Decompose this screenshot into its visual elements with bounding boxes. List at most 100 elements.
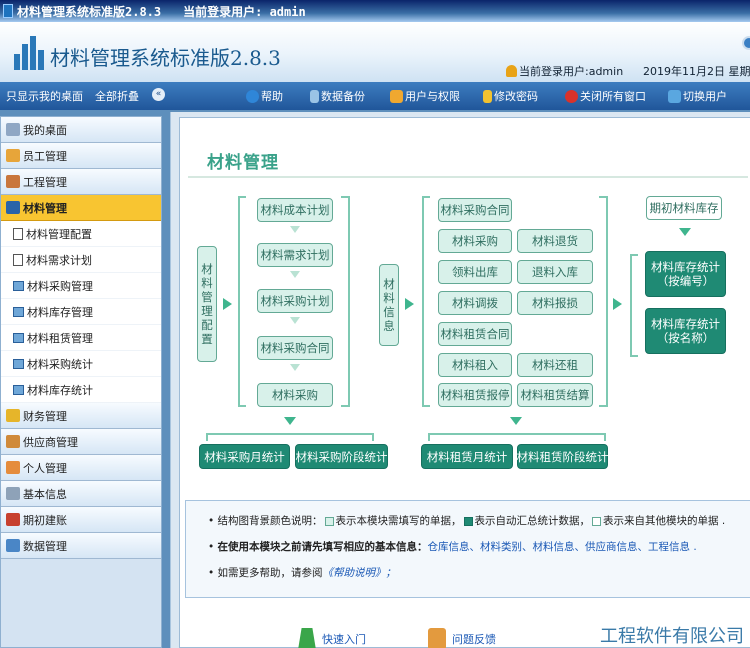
folder-icon [13,358,24,369]
material-info-box-label: 材料信息 [383,277,395,333]
info-lease-settle-box[interactable]: 材料租赁结算 [517,383,593,407]
info-lease-in-box[interactable]: 材料租入 [438,353,512,377]
info-return-box[interactable]: 材料退货 [517,229,593,253]
collapse-all-button[interactable]: 全部折叠 [95,88,139,104]
info-scrap-label: 材料报损 [532,296,578,310]
login-label: 当前登录用户:admin [519,65,624,78]
purchase-plan-box[interactable]: 材料采购计划 [257,289,333,313]
feedback-link[interactable]: 问题反馈 [428,628,496,648]
folder-icon [13,306,24,317]
finance-icon [6,409,20,422]
arrow-right-icon [223,298,232,310]
legend-light-square-icon [324,516,334,526]
connector-line [341,405,349,407]
feedback-icon [428,628,446,648]
sidebar-subitem-purchase-stats[interactable]: 材料采购统计 [1,351,161,377]
info-lease-scrap-box[interactable]: 材料租赁报停 [438,383,512,407]
purchase-box[interactable]: 材料采购 [257,383,333,407]
lease-stage-stats-box[interactable]: 材料租赁阶段统计 [517,444,609,469]
purchase-label: 材料采购 [272,388,318,402]
demand-plan-box[interactable]: 材料需求计划 [257,243,333,267]
sidebar-item-personal[interactable]: 个人管理 [1,455,161,481]
info-pick-out-box[interactable]: 领料出库 [438,260,512,284]
connector-line [422,405,430,407]
close-all-label: 关闭所有窗口 [580,90,646,103]
cost-plan-box[interactable]: 材料成本计划 [257,198,333,222]
purchase-monthly-stats-box[interactable]: 材料采购月统计 [199,444,290,469]
quick-start-icon [298,628,316,648]
sidebar-subitem-lease-mgmt[interactable]: 材料租赁管理 [1,325,161,351]
backup-button[interactable]: 数据备份 [310,88,365,104]
login-info: 当前登录用户:admin [506,63,623,79]
legend-a-text: 表示本模块需填写的单据， [335,515,462,527]
sidebar-item-material[interactable]: 材料管理 [1,195,161,221]
project-icon [6,175,20,188]
sidebar-item-data-mgmt[interactable]: 数据管理 [1,533,161,559]
sidebar-item-basic-info[interactable]: 基本信息 [1,481,161,507]
info-lease-contract-box[interactable]: 材料租赁合同 [438,322,512,346]
arrow-right-icon [405,298,414,310]
sidebar-item-my-desktop[interactable]: 我的桌面 [1,117,161,143]
help-manual-link[interactable]: 《帮助说明》； [323,567,397,579]
help-button[interactable]: 帮助 [246,88,283,104]
purchase-contract-box[interactable]: 材料采购合同 [257,336,333,360]
quick-start-link[interactable]: 快速入门 [298,628,366,648]
sidebar-subitem-label: 材料库存管理 [27,305,93,319]
purchase-stage-stats-box[interactable]: 材料采购阶段统计 [295,444,388,469]
prereq-links[interactable]: 仓库信息、材料类别、材料信息、供应商信息、工程信息 . [428,541,697,553]
document-icon [13,253,23,266]
sidebar-subitem-stock-stats[interactable]: 材料库存统计 [1,377,161,403]
app-header: 材料管理系统标准版2.8.3 当前登录用户:admin 2019年11月2日 星… [0,22,750,82]
connector-line [604,433,606,441]
show-desktop-button[interactable]: 只显示我的桌面 [6,88,83,104]
app-logo-icon [14,36,46,70]
sidebar-item-finance[interactable]: 财务管理 [1,403,161,429]
window-title: 材料管理系统标准版2.8.3 [17,4,162,19]
prerequisite-note: • 在使用本模块之前请先填写相应的基本信息：仓库信息、材料类别、材料信息、供应商… [208,541,697,553]
initial-stock-box[interactable]: 期初材料库存 [646,196,722,220]
footer: 快速入门 问题反馈 工程软件有限公司 [180,608,750,648]
stock-stats-by-name-box[interactable]: 材料库存统计（按名称） [645,308,726,354]
purchase-plan-label: 材料采购计划 [260,294,330,308]
feedback-label: 问题反馈 [452,633,496,646]
switch-user-button[interactable]: 切换用户 [668,88,727,104]
sidebar-item-initial-ledger[interactable]: 期初建账 [1,507,161,533]
close-all-windows-button[interactable]: 关闭所有窗口 [565,88,646,104]
stock-stats-by-code-box[interactable]: 材料库存统计（按编号） [645,251,726,297]
info-transfer-box[interactable]: 材料调拨 [438,291,512,315]
users-permissions-button[interactable]: 用户与权限 [390,88,460,104]
connector-line [348,196,350,407]
sidebar-subitem-demand-plan[interactable]: 材料需求计划 [1,247,161,273]
info-return-in-box[interactable]: 退料入库 [517,260,593,284]
info-purchase-box[interactable]: 材料采购 [438,229,512,253]
sidebar-subitem-label: 材料需求计划 [26,253,92,267]
info-lease-back-label: 材料还租 [532,358,578,372]
sidebar-subitem-label: 材料采购管理 [27,279,93,293]
info-scrap-box[interactable]: 材料报损 [517,291,593,315]
arrow-down-icon [290,317,300,324]
prereq-text: 在使用本模块之前请先填写相应的基本信息： [217,541,428,553]
sidebar-subitem-stock-mgmt[interactable]: 材料库存管理 [1,299,161,325]
desktop-icon [6,123,20,136]
double-chevron-left-icon: « [152,88,165,101]
sidebar-subitem-material-config[interactable]: 材料管理配置 [1,221,161,247]
change-password-button[interactable]: 修改密码 [483,88,538,104]
database-icon [6,539,20,552]
connector-line [630,254,638,256]
info-purchase-contract-box[interactable]: 材料采购合同 [438,198,512,222]
sidebar-subitem-purchase-mgmt[interactable]: 材料采购管理 [1,273,161,299]
info-lease-back-box[interactable]: 材料还租 [517,353,593,377]
connector-line [372,433,374,441]
sidebar-item-staff[interactable]: 员工管理 [1,143,161,169]
collapse-sidebar-button[interactable]: « [152,88,167,101]
sidebar-item-supplier[interactable]: 供应商管理 [1,429,161,455]
lease-monthly-stats-box[interactable]: 材料租赁月统计 [421,444,513,469]
material-info-box[interactable]: 材料信息 [379,264,399,346]
connector-line [206,433,374,435]
connector-line [428,433,430,441]
sidebar-item-project[interactable]: 工程管理 [1,169,161,195]
material-config-box[interactable]: 材料管理配置 [197,246,217,362]
connector-line [599,405,607,407]
info-icon [6,487,20,500]
sidebar-subitem-label: 材料采购统计 [27,357,93,371]
